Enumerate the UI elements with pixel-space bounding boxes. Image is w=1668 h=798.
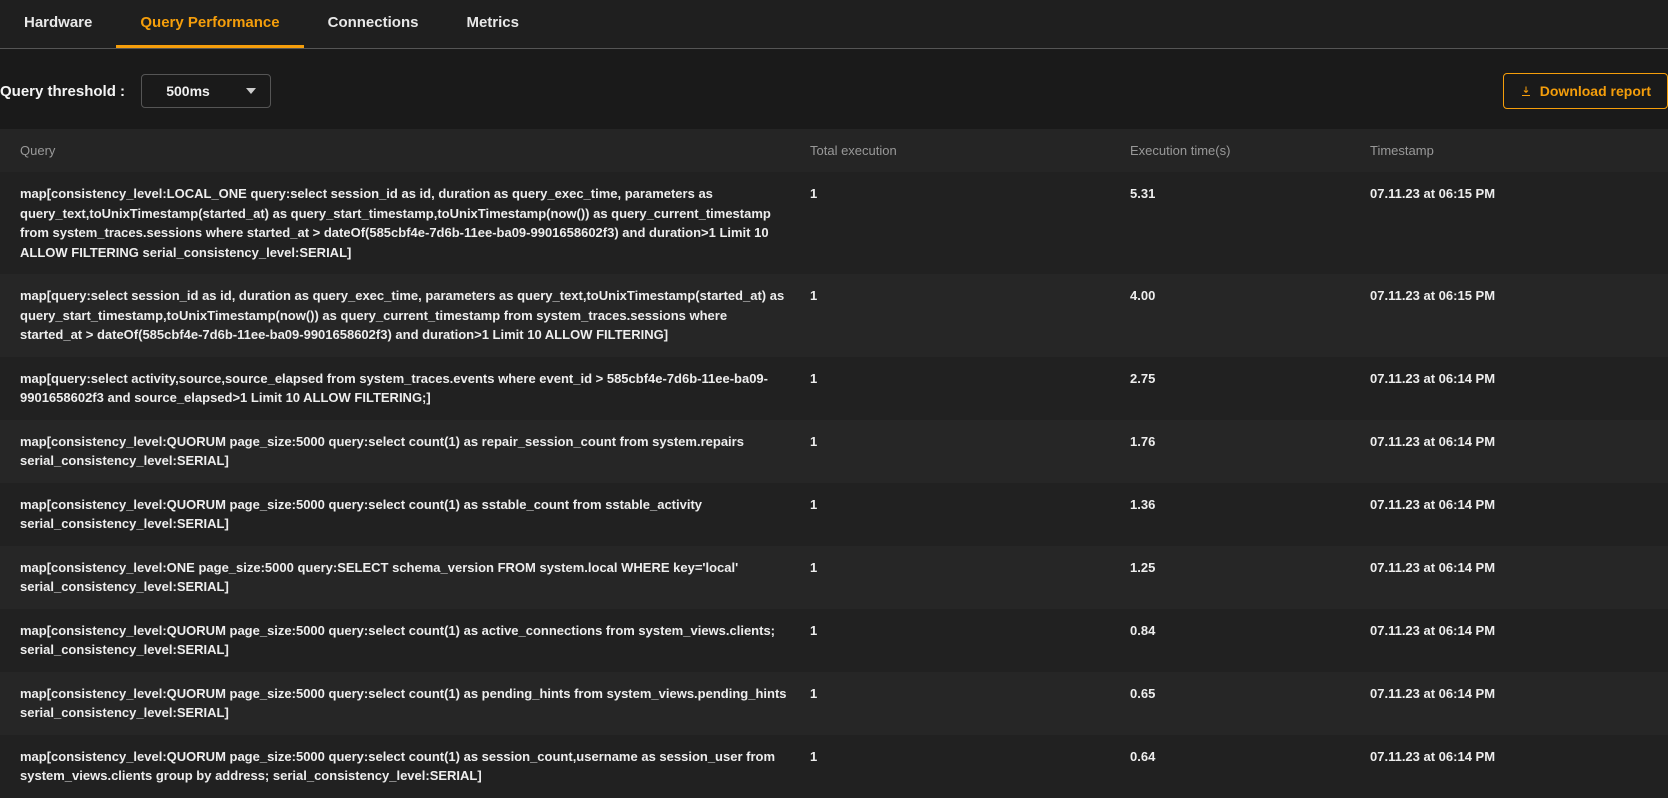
- cell-timestamp: 07.11.23 at 06:14 PM: [1370, 369, 1648, 408]
- cell-total-execution: 1: [810, 432, 1130, 471]
- cell-execution-time: 1.36: [1130, 495, 1370, 534]
- cell-total-execution: 1: [810, 684, 1130, 723]
- cell-total-execution: 1: [810, 369, 1130, 408]
- controls-row: Query threshold : 500ms Download report: [0, 49, 1668, 129]
- table-header: Query Total execution Execution time(s) …: [0, 129, 1668, 172]
- cell-execution-time: 5.31: [1130, 184, 1370, 262]
- threshold-select[interactable]: 500ms: [141, 74, 271, 108]
- cell-timestamp: 07.11.23 at 06:14 PM: [1370, 432, 1648, 471]
- cell-execution-time: 4.00: [1130, 286, 1370, 345]
- cell-execution-time: 2.75: [1130, 369, 1370, 408]
- cell-query: map[consistency_level:QUORUM page_size:5…: [20, 432, 810, 471]
- header-execution-time: Execution time(s): [1130, 143, 1370, 158]
- query-table: Query Total execution Execution time(s) …: [0, 129, 1668, 798]
- cell-query: map[query:select activity,source,source_…: [20, 369, 810, 408]
- table-row: map[query:select session_id as id, durat…: [0, 274, 1668, 357]
- download-button-label: Download report: [1540, 83, 1651, 99]
- table-row: map[query:select activity,source,source_…: [0, 357, 1668, 420]
- cell-query: map[consistency_level:QUORUM page_size:5…: [20, 684, 810, 723]
- cell-total-execution: 1: [810, 621, 1130, 660]
- cell-timestamp: 07.11.23 at 06:15 PM: [1370, 286, 1648, 345]
- cell-query: map[consistency_level:LOCAL_ONE query:se…: [20, 184, 810, 262]
- cell-query: map[consistency_level:QUORUM page_size:5…: [20, 495, 810, 534]
- table-row: map[consistency_level:QUORUM page_size:5…: [0, 420, 1668, 483]
- table-row: map[consistency_level:LOCAL_ONE query:se…: [0, 172, 1668, 274]
- table-row: map[consistency_level:QUORUM page_size:5…: [0, 735, 1668, 798]
- table-row: map[consistency_level:ONE page_size:5000…: [0, 546, 1668, 609]
- cell-query: map[consistency_level:ONE page_size:5000…: [20, 558, 810, 597]
- tab-hardware[interactable]: Hardware: [0, 0, 116, 48]
- cell-query: map[consistency_level:QUORUM page_size:5…: [20, 621, 810, 660]
- cell-timestamp: 07.11.23 at 06:14 PM: [1370, 684, 1648, 723]
- download-report-button[interactable]: Download report: [1503, 73, 1668, 109]
- tab-metrics[interactable]: Metrics: [442, 0, 543, 48]
- cell-total-execution: 1: [810, 558, 1130, 597]
- cell-total-execution: 1: [810, 495, 1130, 534]
- chevron-down-icon: [246, 88, 256, 94]
- table-row: map[consistency_level:QUORUM page_size:5…: [0, 483, 1668, 546]
- table-row: map[consistency_level:QUORUM page_size:5…: [0, 672, 1668, 735]
- table-row: map[consistency_level:QUORUM page_size:5…: [0, 609, 1668, 672]
- cell-execution-time: 0.64: [1130, 747, 1370, 786]
- cell-total-execution: 1: [810, 747, 1130, 786]
- download-icon: [1520, 85, 1532, 97]
- cell-execution-time: 1.76: [1130, 432, 1370, 471]
- header-query: Query: [20, 143, 810, 158]
- cell-total-execution: 1: [810, 286, 1130, 345]
- cell-query: map[consistency_level:QUORUM page_size:5…: [20, 747, 810, 786]
- tab-query-performance[interactable]: Query Performance: [116, 0, 303, 48]
- cell-timestamp: 07.11.23 at 06:14 PM: [1370, 747, 1648, 786]
- threshold-value: 500ms: [166, 83, 210, 99]
- cell-execution-time: 0.84: [1130, 621, 1370, 660]
- cell-query: map[query:select session_id as id, durat…: [20, 286, 810, 345]
- tabs-bar: Hardware Query Performance Connections M…: [0, 0, 1668, 49]
- cell-execution-time: 0.65: [1130, 684, 1370, 723]
- threshold-group: Query threshold : 500ms: [0, 74, 271, 108]
- cell-timestamp: 07.11.23 at 06:14 PM: [1370, 495, 1648, 534]
- cell-timestamp: 07.11.23 at 06:15 PM: [1370, 184, 1648, 262]
- table-body: map[consistency_level:LOCAL_ONE query:se…: [0, 172, 1668, 798]
- tab-connections[interactable]: Connections: [304, 0, 443, 48]
- cell-execution-time: 1.25: [1130, 558, 1370, 597]
- cell-timestamp: 07.11.23 at 06:14 PM: [1370, 558, 1648, 597]
- threshold-label: Query threshold :: [0, 83, 125, 100]
- header-total-execution: Total execution: [810, 143, 1130, 158]
- cell-timestamp: 07.11.23 at 06:14 PM: [1370, 621, 1648, 660]
- cell-total-execution: 1: [810, 184, 1130, 262]
- header-timestamp: Timestamp: [1370, 143, 1648, 158]
